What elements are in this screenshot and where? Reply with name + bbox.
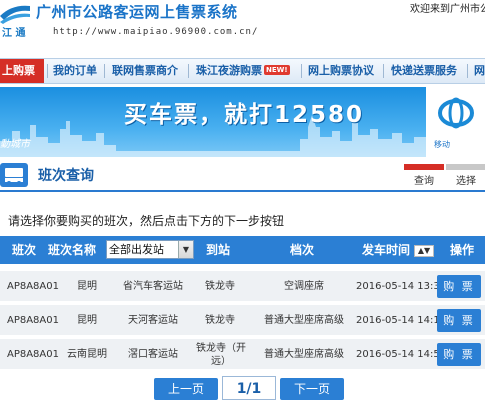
site-header: 江 通 广州市公路客运网上售票系统 http://www.maipiao.969… [0, 0, 485, 56]
chevron-down-icon[interactable]: ▼ [178, 241, 193, 258]
nav-item-buy-online[interactable]: 上购票 [0, 59, 44, 83]
col-destination: 到站 [206, 243, 231, 257]
cell-station: 省汽车客运站 [123, 281, 183, 292]
promo-banner[interactable]: 买车票，就打12580 動城市 移动 [0, 87, 485, 157]
cell-shift: AP8A8A01 [6, 281, 59, 292]
site-url: http://www.maipiao.96900.com.cn/ [53, 27, 259, 37]
site-title: 广州市公路客运网上售票系统 [36, 3, 238, 21]
bus-icon [0, 163, 28, 187]
cell-name: 昆明 [77, 315, 97, 326]
nav-item-my-orders[interactable]: 我的订单 [51, 59, 99, 83]
nav-item-label: 我的订单 [53, 64, 97, 77]
logo-brand-text: 江 通 [2, 28, 26, 39]
nav-item-label: 网 [474, 64, 485, 77]
step-select: 选择 [456, 176, 476, 187]
col-depart-time-label: 发车时间 [362, 243, 411, 257]
departure-station-select[interactable]: 全部出发站 ▼ [106, 240, 194, 259]
cell-destination: 铁龙寺（开 远） [190, 339, 252, 371]
buy-ticket-button[interactable]: 购 票 [437, 275, 481, 298]
nav-divider [467, 64, 468, 78]
cell-destination: 铁龙寺 [205, 281, 235, 292]
next-page-button[interactable]: 下一页 [280, 378, 344, 400]
cell-time: 2016-05-14 13:30 [356, 281, 447, 292]
buy-ticket-button[interactable]: 购 票 [437, 343, 481, 366]
instruction-text: 请选择你要购买的班次，然后点击下方的下一步按钮 [8, 214, 285, 228]
col-depart-time[interactable]: 发车时间 ▲▼ [362, 236, 435, 264]
partner-label: 移动 [434, 140, 450, 149]
table-row: AP8A8A01 昆明 省汽车客运站 铁龙寺 空调座席 2016-05-14 1… [0, 271, 485, 303]
table-row: AP8A8A01 云南昆明 滘口客运站 铁龙寺（开 远） 普通大型座席高级 20… [0, 339, 485, 371]
new-badge: NEW! [264, 65, 290, 75]
cell-shift: AP8A8A01 [6, 349, 59, 360]
nav-item-label: 网上购票协议 [308, 64, 374, 77]
nav-divider [47, 64, 48, 78]
welcome-text: 欢迎来到广州市公 [410, 4, 485, 15]
nav-item-agreement[interactable]: 网上购票协议 [306, 59, 376, 83]
buy-ticket-button[interactable]: 购 票 [437, 309, 481, 332]
nav-divider [104, 64, 105, 78]
nav-item-label: 珠江夜游购票 [196, 64, 262, 77]
nav-divider [301, 64, 302, 78]
select-value: 全部出发站 [109, 243, 164, 256]
cell-destination-line2: 远） [211, 356, 231, 367]
section-divider [0, 190, 485, 192]
col-action: 操作 [450, 243, 475, 257]
site-logo[interactable]: 江 通 [0, 0, 30, 42]
cell-station: 滘口客运站 [128, 349, 178, 360]
prev-page-button[interactable]: 上一页 [154, 378, 218, 400]
nav-item-more[interactable]: 网 [472, 59, 485, 83]
china-mobile-logo: 移动 [426, 87, 485, 157]
cell-destination: 铁龙寺 [205, 315, 235, 326]
nav-item-night-cruise[interactable]: 珠江夜游购票 NEW! [194, 59, 292, 83]
nav-item-label: 上购票 [2, 64, 35, 77]
cell-grade: 空调座席 [284, 281, 324, 292]
nav-item-network-vendors[interactable]: 联网售票商介 [110, 59, 180, 83]
step-bar-active [404, 164, 444, 170]
query-section-header: 班次查询 查询 选择 [0, 162, 485, 190]
nav-divider [188, 64, 189, 78]
progress-steps: 查询 选择 [404, 162, 485, 190]
col-route-name: 班次名称 [48, 243, 97, 257]
table-header: 班次 班次名称 全部出发站 ▼ 到站 档次 发车时间 ▲▼ 操作 [0, 236, 485, 264]
nav-item-label: 快递送票服务 [391, 64, 457, 77]
cell-grade: 普通大型座席高级 [264, 349, 344, 360]
main-nav: 上购票 我的订单 联网售票商介 珠江夜游购票 NEW! 网上购票协议 快递送票服务… [0, 58, 485, 84]
china-mobile-icon [438, 97, 474, 129]
nav-item-label: 联网售票商介 [112, 64, 178, 77]
page-indicator: 1/1 [222, 376, 276, 400]
query-title: 班次查询 [38, 168, 94, 184]
sort-icon[interactable]: ▲▼ [414, 244, 435, 257]
cell-time: 2016-05-14 14:10 [356, 315, 447, 326]
cell-station: 天河客运站 [128, 315, 178, 326]
step-query: 查询 [414, 176, 434, 187]
banner-slogan: 买车票，就打12580 [124, 102, 365, 128]
cell-shift: AP8A8A01 [6, 315, 59, 326]
col-grade: 档次 [290, 243, 315, 257]
nav-divider [383, 64, 384, 78]
cell-name: 云南昆明 [67, 349, 107, 360]
cell-grade: 普通大型座席高级 [264, 315, 344, 326]
col-shift: 班次 [12, 243, 37, 257]
logo-swoosh-icon [0, 5, 30, 24]
cell-name: 昆明 [77, 281, 97, 292]
pagination: 上一页 1/1 下一页 [0, 376, 485, 400]
nav-item-delivery[interactable]: 快递送票服务 [389, 59, 459, 83]
cell-time: 2016-05-14 14:50 [356, 349, 447, 360]
banner-left-text: 動城市 [0, 139, 30, 150]
step-bar-inactive [446, 164, 485, 170]
table-row: AP8A8A01 昆明 天河客运站 铁龙寺 普通大型座席高级 2016-05-1… [0, 305, 485, 337]
cell-destination-line1: 铁龙寺（开 [196, 343, 246, 354]
